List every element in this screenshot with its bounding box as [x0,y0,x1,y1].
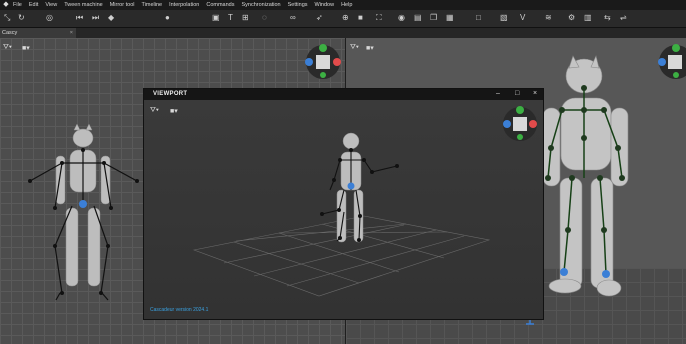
link-icon[interactable]: ∞ [290,13,296,23]
menu-mirror-tool[interactable]: Mirror tool [110,2,135,8]
tab-label: Cascy [2,30,18,36]
version-label: Cascadeur version 2024.1 [150,307,209,313]
menu-window[interactable]: Window [315,2,335,8]
select-icon[interactable]: ◎ [46,13,53,23]
copy-icon[interactable]: ❐ [430,13,437,23]
target-icon[interactable]: ⊕ [342,13,349,23]
menu-edit[interactable]: Edit [29,2,38,8]
tab-close-icon[interactable]: × [70,28,73,38]
expand-icon[interactable]: ⛶ [376,13,382,23]
window-titlebar[interactable]: VIEWPORT – □ × [144,89,543,100]
window-title: VIEWPORT [153,91,188,97]
menu-synchronization[interactable]: Synchronization [241,2,280,8]
transform-icon[interactable]: ⤡ [4,13,10,23]
frame-forward-icon[interactable]: ⏭ [92,13,99,23]
text-tool-icon[interactable]: T [228,13,233,23]
menu-bar: ◆ File Edit View Tween machine Mirror to… [0,0,686,10]
lasso-icon[interactable]: ◌ [262,13,267,23]
rotate-icon[interactable]: ↻ [18,13,25,23]
menu-tween-machine[interactable]: Tween machine [64,2,103,8]
grid-icon[interactable]: ⊞ [242,13,249,23]
tab-strip: Cascy × [0,28,686,38]
left-skeleton [29,150,138,301]
menu-help[interactable]: Help [341,2,352,8]
menu-commands[interactable]: Commands [206,2,234,8]
frame-back-icon[interactable]: ⏮ [76,13,83,23]
box-icon[interactable]: ▣ [212,13,220,23]
axis-gizmo-window[interactable] [503,106,537,141]
window-viewport-body[interactable]: ⛛▾ ■▾ Cascadeur version 2024.1 [144,100,543,319]
viewport-window[interactable]: VIEWPORT – □ × ⛛▾ ■▾ Cascadeur version 2… [143,88,544,320]
run-icon[interactable]: ➶ [316,13,323,23]
close-button[interactable]: × [533,90,537,97]
minimize-button[interactable]: – [496,90,500,97]
camera-record-icon[interactable]: ■ [358,13,363,23]
slider-icon[interactable]: ≋ [545,13,552,23]
tab-scene[interactable]: Cascy × [0,28,76,38]
key-icon[interactable]: ◆ [108,13,114,23]
spiral-icon[interactable]: ◉ [398,13,405,23]
swap-alt-icon[interactable]: ⇌ [620,13,627,23]
menu-timeline[interactable]: Timeline [141,2,162,8]
wing-icon[interactable]: V [520,13,525,23]
axis-gizmo-left[interactable] [305,44,341,79]
app-logo-icon[interactable]: ◆ [2,1,10,9]
layers-icon[interactable]: ▤ [414,13,422,23]
axis-gizmo-right[interactable] [658,44,686,79]
pose-icon[interactable]: ▦ [446,13,454,23]
maximize-button[interactable]: □ [515,90,519,97]
menu-file[interactable]: File [13,2,22,8]
swap-icon[interactable]: ⇆ [604,13,611,23]
main-toolbar: ⤡ ↻ ◎ ⏮ ⏭ ◆ ● ▣ T ⊞ ◌ ∞ ➶ ⊕ ■ ⛶ ◉ ▤ ❐ ▦ … [0,10,686,28]
paint-icon[interactable]: ● [165,13,170,23]
menu-view[interactable]: View [45,2,57,8]
curve-icon[interactable]: ▧ [500,13,508,23]
gear-icon[interactable]: ⚙ [568,13,575,23]
frame-box-icon[interactable]: □ [476,13,481,23]
chart-icon[interactable]: ▥ [584,13,592,23]
menu-settings[interactable]: Settings [288,2,308,8]
menu-interpolation[interactable]: Interpolation [169,2,199,8]
window-scene-svg [192,106,537,297]
